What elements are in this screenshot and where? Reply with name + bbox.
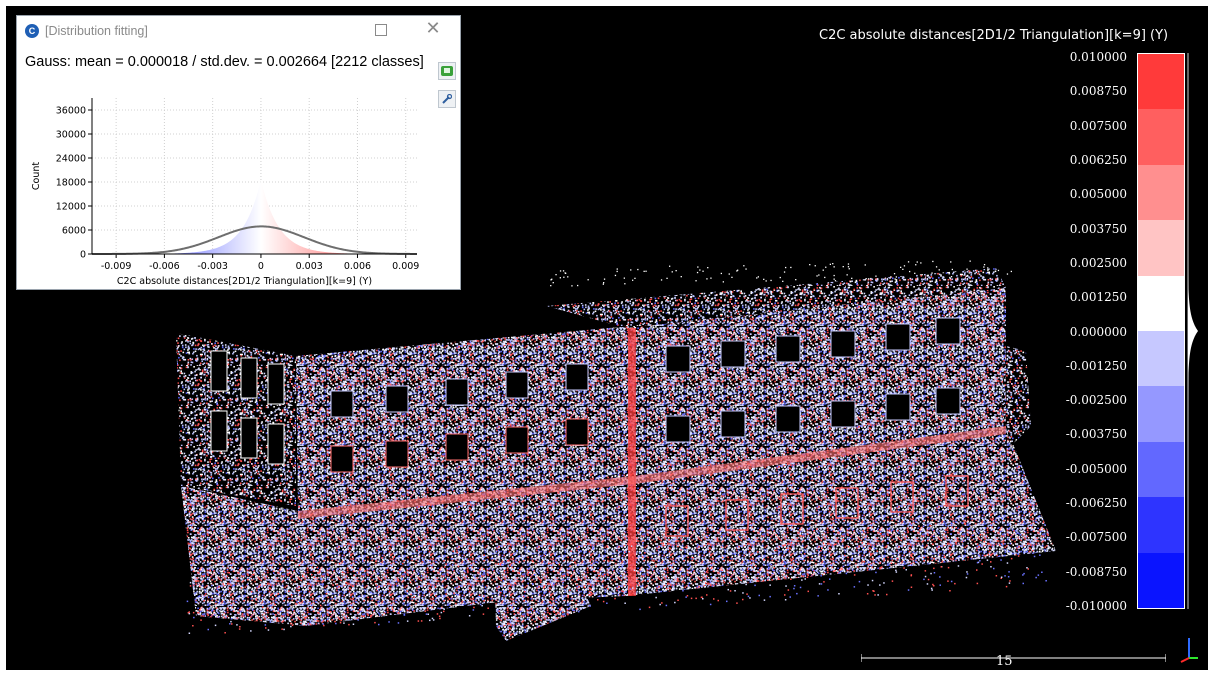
close-button[interactable]: ✕ <box>423 19 443 37</box>
gauss-fit-summary: Gauss: mean = 0.000018 / std.dev. = 0.00… <box>25 54 424 70</box>
window <box>385 385 409 413</box>
window <box>565 418 589 446</box>
window <box>775 335 801 363</box>
color-scale-tick-label: 0.003750 <box>1069 221 1127 236</box>
window <box>330 445 354 473</box>
window <box>210 350 228 392</box>
window <box>935 317 961 345</box>
window <box>445 378 469 406</box>
color-scale-histogram <box>1187 53 1198 609</box>
color-scale-tick-label: 0.006250 <box>1069 152 1127 167</box>
y-tick-label: 30000 <box>56 130 86 141</box>
window <box>445 433 469 461</box>
color-scale-band <box>1138 109 1184 166</box>
color-scale-tick-label: 0.002500 <box>1069 255 1127 270</box>
scale-histogram-shape <box>1188 53 1198 609</box>
window <box>885 393 911 421</box>
x-tick-label: -0.006 <box>149 261 180 272</box>
facade-left-wing <box>176 333 296 506</box>
scale-bar-label: 15 <box>996 654 1013 669</box>
x-tick-label: 0.006 <box>344 261 371 272</box>
color-scale-band <box>1138 552 1184 609</box>
y-tick-label: 0 <box>80 250 86 261</box>
color-scale-tick-label: -0.007500 <box>1065 530 1127 545</box>
maximize-icon <box>375 24 387 36</box>
color-scale-tick-label: -0.008750 <box>1065 564 1127 579</box>
y-tick-label: 12000 <box>56 202 86 213</box>
color-scale-tick-label: -0.010000 <box>1065 599 1127 613</box>
color-scale-band <box>1138 275 1184 332</box>
window <box>505 426 529 454</box>
color-scale-band <box>1138 54 1184 110</box>
color-scale-tick-label: 0.005000 <box>1069 187 1127 202</box>
color-scale-tick-label: -0.001250 <box>1065 358 1127 373</box>
color-scale-bar <box>1137 53 1185 609</box>
dialog-title: [Distribution fitting] <box>45 24 148 38</box>
color-scale-title: C2C absolute distances[2D1/2 Triangulati… <box>819 28 1169 43</box>
window <box>720 410 746 438</box>
y-tick-label: 18000 <box>56 178 86 189</box>
window <box>665 415 691 443</box>
export-csv-icon <box>441 66 453 76</box>
export-csv-button[interactable] <box>438 62 456 80</box>
window <box>505 371 529 399</box>
window <box>775 405 801 433</box>
color-scale-tick-label: -0.003750 <box>1065 427 1127 442</box>
x-tick-label: -0.009 <box>101 261 132 272</box>
y-tick-label: 6000 <box>62 226 86 237</box>
color-scale-tick-label: -0.005000 <box>1065 461 1127 476</box>
window <box>565 363 589 391</box>
cloudcompare-logo-icon: C <box>25 24 39 38</box>
window <box>267 363 285 405</box>
color-scale-band <box>1138 497 1184 554</box>
window <box>830 330 856 358</box>
x-tick-label: 0.009 <box>392 261 419 272</box>
window <box>935 387 961 415</box>
distribution-histogram-chart: 0 6000 12000 18000 24000 30000 36000 -0.009 -0.0… <box>31 98 419 287</box>
maximize-button[interactable] <box>373 22 387 36</box>
x-axis-label: C2C absolute distances[2D1/2 Triangulati… <box>117 276 372 287</box>
color-scale-tick-label: 0.010000 <box>1069 50 1127 64</box>
facade-column <box>628 328 636 596</box>
color-scale-band <box>1138 220 1184 277</box>
dialog-title-bar[interactable]: C [Distribution fitting] ✕ <box>17 16 460 46</box>
window <box>885 323 911 351</box>
color-scale-band <box>1138 331 1184 387</box>
y-tick-label: 36000 <box>56 106 86 117</box>
window <box>720 340 746 368</box>
x-tick-label: 0 <box>258 261 264 272</box>
color-scale-tick-label: 0.000000 <box>1069 324 1127 339</box>
axis-trihedron-icon <box>1180 638 1198 663</box>
window <box>240 357 258 399</box>
window <box>385 440 409 468</box>
color-scale-band <box>1138 441 1184 498</box>
window <box>240 417 258 459</box>
window <box>267 423 285 465</box>
color-scale-tick-label: 0.001250 <box>1069 290 1127 305</box>
color-scale-band <box>1138 386 1184 443</box>
window <box>830 400 856 428</box>
color-scale-tick-label: -0.006250 <box>1065 496 1127 511</box>
color-scale-tick-label: 0.008750 <box>1069 84 1127 99</box>
color-scale-tick-label: 0.007500 <box>1069 118 1127 133</box>
y-axis-label: Count <box>31 162 42 190</box>
color-scale-tick-label: -0.002500 <box>1065 393 1127 408</box>
window <box>330 390 354 418</box>
scale-bar <box>861 654 1166 662</box>
distribution-fitting-dialog[interactable]: C [Distribution fitting] ✕ Gauss: mean =… <box>16 15 461 290</box>
x-tick-label: -0.003 <box>197 261 228 272</box>
x-tick-label: 0.003 <box>296 261 323 272</box>
color-scale-band <box>1138 164 1184 221</box>
window <box>665 345 691 373</box>
y-tick-label: 24000 <box>56 154 86 165</box>
window <box>210 410 228 452</box>
histogram-area <box>92 180 417 254</box>
